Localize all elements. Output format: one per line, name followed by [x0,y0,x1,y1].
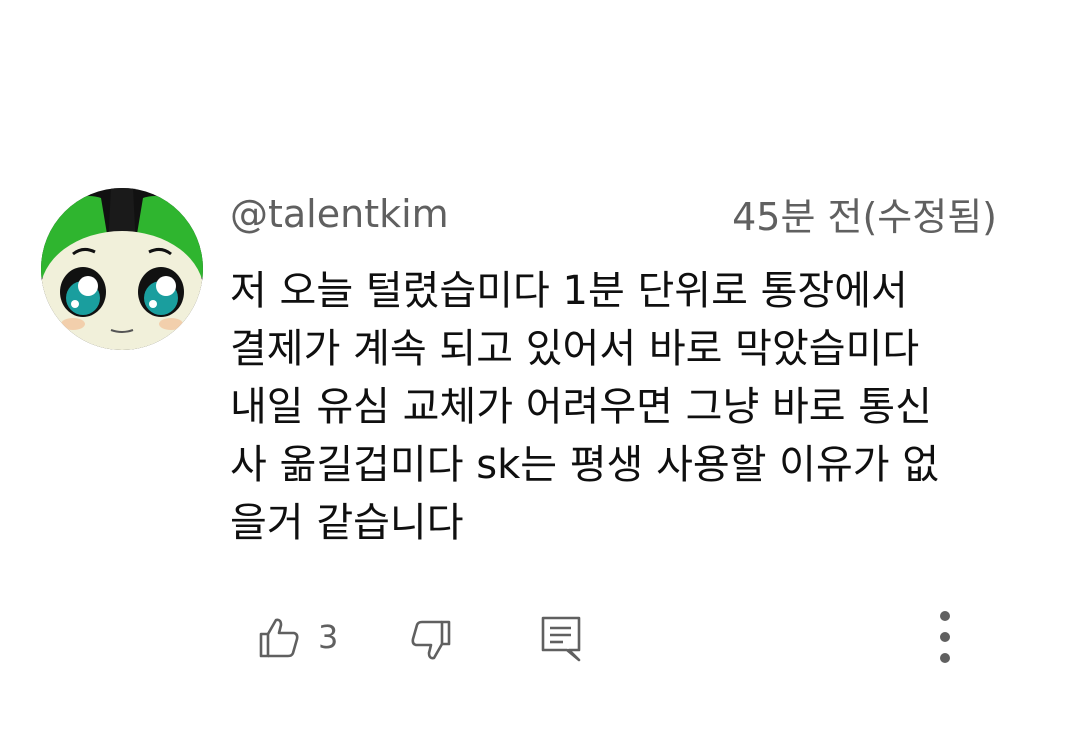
avatar[interactable] [41,188,203,350]
like-count: 3 [318,618,339,656]
more-vertical-icon [940,611,950,663]
like-button[interactable] [254,613,304,663]
comment-timestamp: 45분 전(수정됨) [732,195,997,239]
reply-icon [541,616,581,662]
thumbs-up-icon [259,618,299,658]
more-options-button[interactable] [920,607,970,667]
thumbs-down-icon [411,620,451,660]
dislike-button[interactable] [406,615,456,665]
comment-author[interactable]: @talentkim [230,192,449,236]
reply-button[interactable] [536,611,586,665]
comment-text: 저 오늘 털렸습미다 1분 단위로 통장에서 결제가 계속 되고 있어서 바로 … [230,268,940,546]
comment-action-bar: 3 [0,605,1079,669]
avatar-cartoon-face-icon [41,188,203,350]
comment-card: @talentkim 45분 전(수정됨) 저 오늘 털렸습미다 1분 단위로 … [0,0,1079,752]
